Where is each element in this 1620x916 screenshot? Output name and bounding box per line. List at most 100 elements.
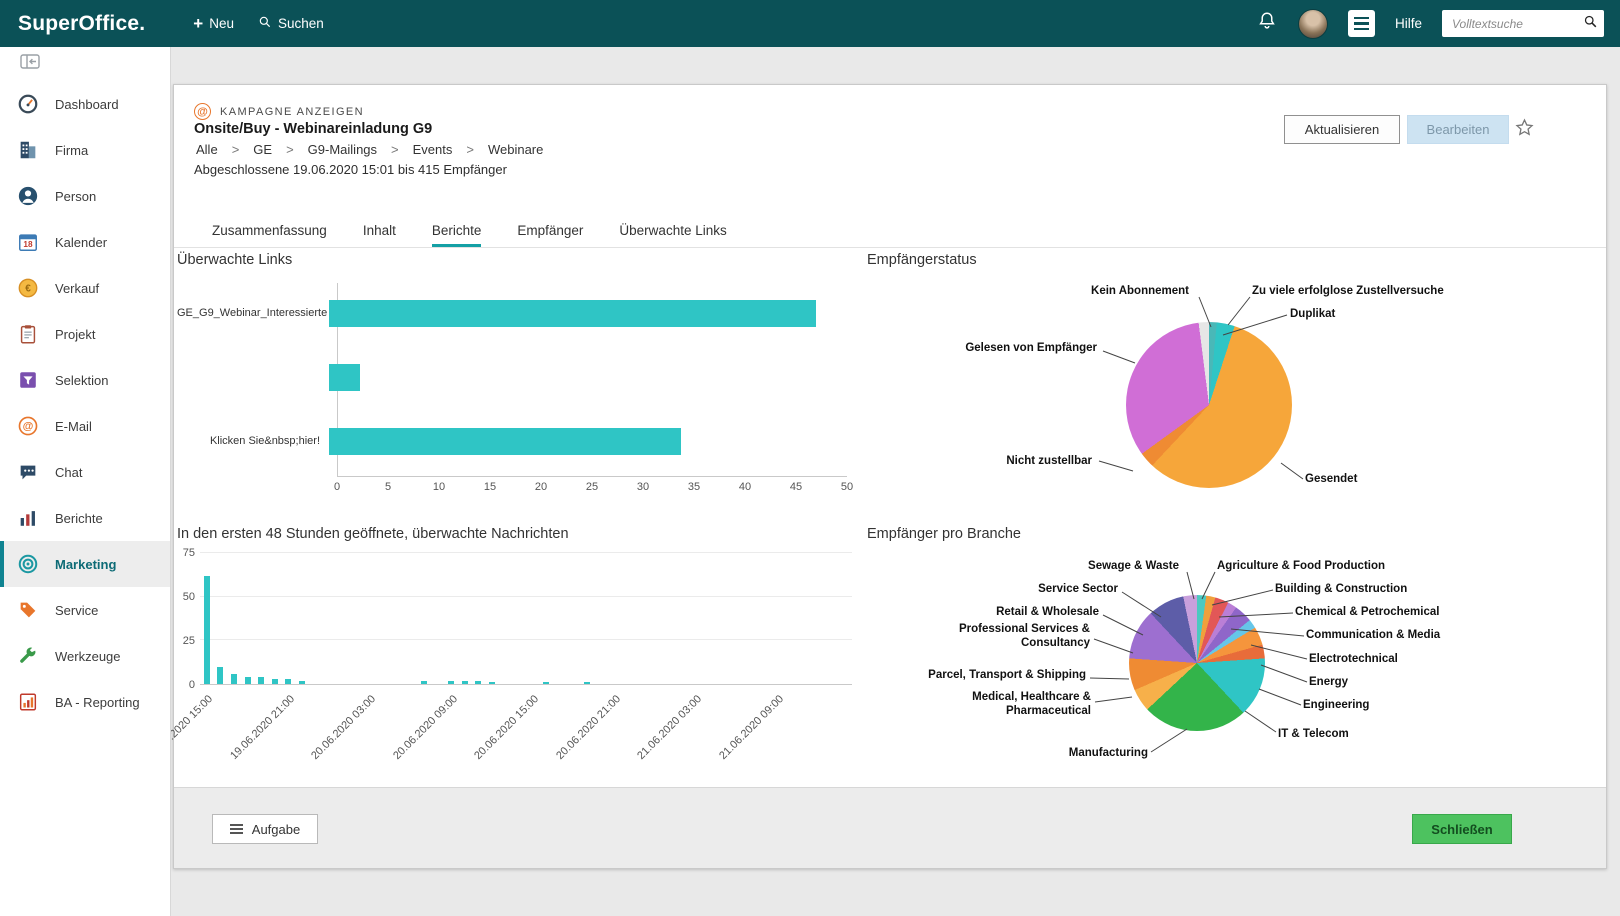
tab-berichte[interactable]: Berichte bbox=[431, 223, 482, 247]
superoffice-logo[interactable]: SuperOffice. bbox=[18, 12, 145, 36]
sidebar-label: Projekt bbox=[55, 326, 96, 342]
close-button[interactable]: Schließen bbox=[1412, 814, 1512, 844]
refresh-button[interactable]: Aktualisieren bbox=[1284, 115, 1400, 144]
vbar-bar bbox=[421, 680, 428, 684]
pie-label-service-sector: Service Sector bbox=[1038, 583, 1118, 595]
search-menu-label: Suchen bbox=[277, 16, 324, 31]
sidebar-label: E-Mail bbox=[55, 418, 92, 434]
sidebar-item-service[interactable]: Service bbox=[0, 587, 170, 633]
pie-label-parcel-transport: Parcel, Transport & Shipping bbox=[928, 669, 1086, 681]
fulltext-search-input[interactable] bbox=[1450, 15, 1583, 32]
task-button-label: Aufgabe bbox=[251, 821, 301, 837]
topbar-right-cluster: Hilfe bbox=[1256, 8, 1604, 39]
sidebar-collapse-button[interactable] bbox=[0, 47, 170, 81]
campaign-at-icon bbox=[194, 103, 211, 120]
edit-button[interactable]: Bearbeiten bbox=[1407, 115, 1509, 144]
new-button[interactable]: + Neu bbox=[193, 15, 234, 32]
pie-label-communication-media: Communication & Media bbox=[1306, 629, 1441, 641]
pie-label-duplikat: Duplikat bbox=[1290, 308, 1336, 320]
sidebar-item-dashboard[interactable]: Dashboard bbox=[0, 81, 170, 127]
tracked-links-title: Überwachte Links bbox=[177, 252, 293, 268]
user-avatar[interactable] bbox=[1297, 8, 1328, 39]
notifications-bell-icon[interactable] bbox=[1256, 10, 1278, 37]
vbar-bar bbox=[203, 575, 210, 684]
campaign-status: Abgeschlossene 19.06.2020 15:01 bis 415 … bbox=[194, 162, 507, 177]
sidebar-item-chat[interactable]: Chat bbox=[0, 449, 170, 495]
task-button[interactable]: Aufgabe bbox=[212, 814, 318, 844]
y-axis-tick-label: 50 bbox=[182, 591, 195, 603]
svg-text:@: @ bbox=[23, 421, 34, 433]
sidebar-label: Marketing bbox=[55, 556, 117, 572]
pie-label-electrotechnical: Electrotechnical bbox=[1309, 653, 1398, 665]
sidebar-item-selektion[interactable]: Selektion bbox=[0, 357, 170, 403]
sidebar-item-marketing[interactable]: Marketing bbox=[0, 541, 170, 587]
service-ticket-icon bbox=[16, 598, 40, 622]
collapse-icon bbox=[20, 54, 40, 74]
sidebar-item-firma[interactable]: Firma bbox=[0, 127, 170, 173]
campaign-tabs: Zusammenfassung Inhalt Berichte Empfänge… bbox=[174, 215, 1606, 248]
pie-label-professional-services: Professional Services & Consultancy bbox=[958, 623, 1090, 649]
tracked-links-chart: GE_G9_Webinar_Interessierte Klicken Sie&n… bbox=[177, 281, 857, 495]
selection-funnel-icon bbox=[16, 368, 40, 392]
vbar-bar bbox=[217, 666, 224, 684]
app-menu-icon[interactable] bbox=[1347, 10, 1375, 37]
tab-zusammenfassung[interactable]: Zusammenfassung bbox=[212, 223, 327, 247]
top-bar: SuperOffice. + Neu Suchen Hilfe bbox=[0, 0, 1620, 47]
search-menu-button[interactable]: Suchen bbox=[258, 15, 324, 32]
hbar-track bbox=[329, 363, 847, 391]
sidebar-label: Kalender bbox=[55, 234, 108, 250]
tab-ueberwachte-links[interactable]: Überwachte Links bbox=[619, 223, 726, 247]
hbar-row: GE_G9_Webinar_Interessierte bbox=[177, 281, 857, 345]
sidebar-item-email[interactable]: @ E-Mail bbox=[0, 403, 170, 449]
breadcrumb-item[interactable]: Events bbox=[413, 142, 453, 157]
sidebar-item-werkzeuge[interactable]: Werkzeuge bbox=[0, 633, 170, 679]
gridline bbox=[200, 552, 852, 553]
fulltext-search-icon[interactable] bbox=[1583, 14, 1598, 34]
x-axis-tick-label: 35 bbox=[687, 481, 701, 493]
recipient-status-panel: Kein Abonnement Zu viele erfolglose Zust… bbox=[867, 275, 1602, 525]
breadcrumb-item[interactable]: GE bbox=[253, 142, 272, 157]
pie-label-sewage-waste: Sewage & Waste bbox=[1088, 560, 1179, 572]
sidebar-item-verkauf[interactable]: € Verkauf bbox=[0, 265, 170, 311]
sales-coin-icon: € bbox=[16, 276, 40, 300]
card-footer: Aufgabe Schließen bbox=[174, 787, 1606, 868]
sidebar-label: Selektion bbox=[55, 372, 109, 388]
opened-messages-ylabels: 0 25 50 75 bbox=[177, 547, 195, 691]
hbar-track bbox=[329, 299, 847, 327]
vbar-bar bbox=[244, 677, 251, 684]
y-axis-tick-label: 75 bbox=[182, 547, 195, 559]
sidebar-item-ba-reporting[interactable]: BA - Reporting bbox=[0, 679, 170, 725]
x-axis-tick-label: 21.06.2020 09:00 bbox=[716, 693, 786, 763]
pie-label-agriculture: Agriculture & Food Production bbox=[1217, 560, 1386, 572]
breadcrumb-item[interactable]: G9-Mailings bbox=[308, 142, 377, 157]
campaign-kicker-row: KAMPAGNE ANZEIGEN bbox=[194, 103, 364, 120]
tab-empfaenger[interactable]: Empfänger bbox=[517, 223, 583, 247]
sidebar-label: Chat bbox=[55, 464, 83, 480]
sidebar-label: Firma bbox=[55, 142, 89, 158]
vbar-bar bbox=[489, 682, 496, 684]
favorite-star-icon[interactable] bbox=[1514, 117, 1535, 143]
x-axis-tick-label: 21.06.2020 03:00 bbox=[635, 693, 705, 763]
sidebar-item-person[interactable]: Person bbox=[0, 173, 170, 219]
pie-label-medical: Medical, Healthcare & Pharmaceutical bbox=[972, 691, 1091, 717]
opened-messages-title: In den ersten 48 Stunden geöffnete, über… bbox=[177, 526, 569, 542]
breadcrumb-item[interactable]: Alle bbox=[196, 142, 218, 157]
sidebar-item-berichte[interactable]: Berichte bbox=[0, 495, 170, 541]
breadcrumb-item[interactable]: Webinare bbox=[488, 142, 543, 157]
help-link[interactable]: Hilfe bbox=[1395, 16, 1422, 31]
hbar-row bbox=[177, 345, 857, 409]
sidebar-item-projekt[interactable]: Projekt bbox=[0, 311, 170, 357]
hbar-track bbox=[329, 427, 847, 455]
x-axis-tick-label: 20.06.2020 09:00 bbox=[390, 693, 460, 763]
branche-pie bbox=[1129, 595, 1265, 731]
company-building-icon bbox=[16, 138, 40, 162]
sidebar-label: Verkauf bbox=[55, 280, 100, 296]
chat-bubble-icon bbox=[16, 460, 40, 484]
x-axis-tick-label: 15 bbox=[483, 481, 497, 493]
tab-inhalt[interactable]: Inhalt bbox=[363, 223, 396, 247]
hbar-row: Klicken Sie&nbsp;hier! bbox=[177, 409, 857, 473]
project-clipboard-icon bbox=[16, 322, 40, 346]
sidebar-item-kalender[interactable]: 18 Kalender bbox=[0, 219, 170, 265]
sidebar-label: Service bbox=[55, 602, 99, 618]
dashboard-gauge-icon bbox=[16, 92, 40, 116]
